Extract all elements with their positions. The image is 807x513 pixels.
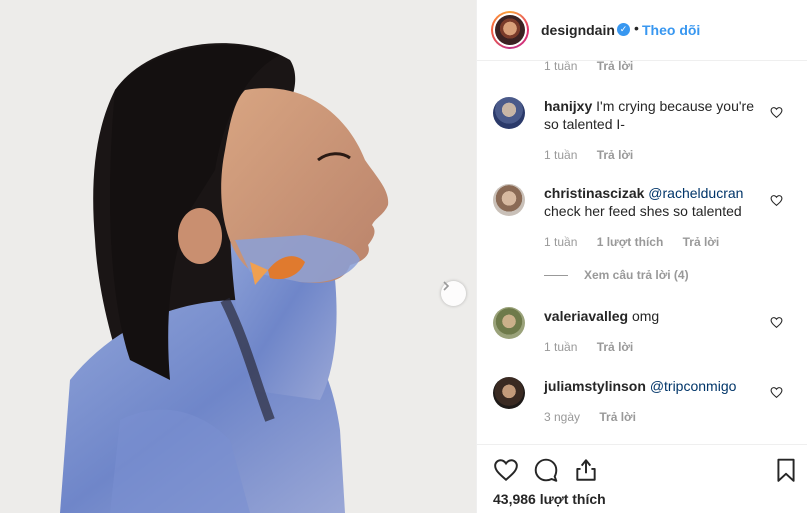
commenter-username[interactable]: juliamstylinson: [544, 378, 646, 394]
commenter-avatar[interactable]: [493, 307, 525, 339]
reply-button[interactable]: Trả lời: [597, 61, 634, 73]
follow-button[interactable]: Theo dõi: [642, 22, 700, 38]
commenter-avatar[interactable]: [493, 377, 525, 409]
comment-meta: 1 tuần 1 lượt thích Trả lời: [544, 235, 735, 249]
bookmark-icon[interactable]: [773, 457, 799, 483]
like-comment-heart-icon[interactable]: [770, 194, 783, 207]
reply-button[interactable]: Trả lời: [683, 235, 720, 249]
comment-time: 1 tuần: [544, 148, 578, 162]
like-comment-heart-icon[interactable]: [770, 316, 783, 329]
comment-mention[interactable]: @rachelducran: [648, 185, 743, 201]
comment-text: juliamstylinson @tripconmigo: [544, 377, 764, 395]
view-replies-button[interactable]: Xem câu trả lời (4): [544, 268, 689, 282]
comment-text: christinascizak @rachelducran check her …: [544, 184, 764, 220]
heart-icon[interactable]: [493, 457, 519, 483]
comment-meta: 1 tuần Trả lời: [544, 148, 649, 162]
post-header: designdain ✓ • Theo dõi: [477, 0, 807, 61]
like-comment-heart-icon[interactable]: [770, 386, 783, 399]
author-avatar[interactable]: [491, 11, 529, 49]
verified-badge-icon: ✓: [617, 23, 630, 36]
comment-text: hanijxy I'm crying because you're so tal…: [544, 97, 764, 133]
comment-meta: 1 tuần Trả lời: [544, 340, 649, 354]
chevron-right-icon: [443, 281, 450, 291]
post-actions-bar: 43,986 lượt thích: [477, 444, 807, 513]
commenter-username[interactable]: valeriavalleg: [544, 308, 628, 324]
comment-meta: 3 ngày Trả lời: [544, 410, 652, 424]
post-side-panel: designdain ✓ • Theo dõi 1 tuần Trả lời h…: [476, 0, 807, 513]
commenter-username[interactable]: christinascizak: [544, 185, 644, 201]
reply-button[interactable]: Trả lời: [597, 148, 634, 162]
comment-icon[interactable]: [533, 457, 559, 483]
author-username[interactable]: designdain: [541, 22, 615, 38]
comment-body: omg: [631, 308, 660, 324]
share-icon[interactable]: [573, 457, 599, 483]
comment-body: check her feed shes so talented: [544, 203, 742, 219]
commenter-avatar[interactable]: [493, 97, 525, 129]
likes-count[interactable]: 43,986 lượt thích: [493, 491, 606, 507]
comment-time: 1 tuần: [544, 235, 578, 249]
commenter-avatar[interactable]: [493, 184, 525, 216]
comment-time: 1 tuần: [544, 61, 578, 73]
like-comment-heart-icon[interactable]: [770, 106, 783, 119]
post-photo: [0, 0, 476, 513]
reply-button[interactable]: Trả lời: [599, 410, 636, 424]
comment-mention[interactable]: @tripconmigo: [650, 378, 737, 394]
reply-button[interactable]: Trả lời: [597, 340, 634, 354]
header-separator: •: [634, 20, 639, 36]
next-photo-button[interactable]: [441, 281, 466, 306]
body-paint-portrait-image: [0, 0, 476, 513]
comment-time: 1 tuần: [544, 340, 578, 354]
comment-time: 3 ngày: [544, 410, 581, 424]
commenter-username[interactable]: hanijxy: [544, 98, 592, 114]
comments-list[interactable]: 1 tuần Trả lời hanijxy I'm crying becaus…: [477, 61, 807, 444]
comment-likes-count[interactable]: 1 lượt thích: [597, 235, 664, 249]
partial-comment-meta: 1 tuần Trả lời: [544, 61, 649, 73]
comment-text: valeriavalleg omg: [544, 307, 764, 325]
view-replies-line: [544, 275, 568, 277]
